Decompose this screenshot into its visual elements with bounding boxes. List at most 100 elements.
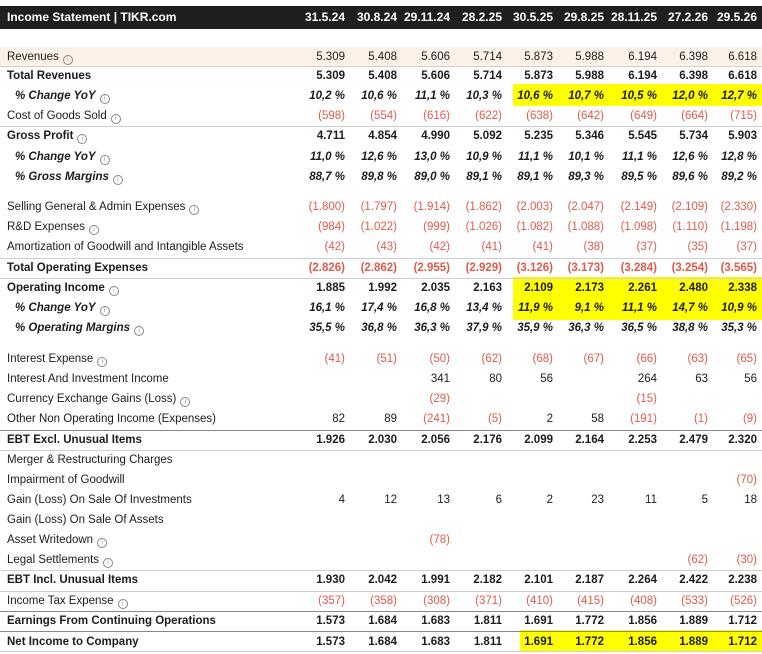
row-label-text: Currency Exchange Gains (Loss) (7, 393, 177, 405)
row-label-text: Income Tax Expense (7, 595, 114, 607)
table-cell: 1.856 (628, 636, 657, 648)
table-cell: 1.992 (368, 282, 397, 294)
info-icon[interactable]: i (77, 134, 88, 144)
table-cell: 1.772 (575, 615, 604, 627)
row-label-text: EBT Excl. Unusual Items (7, 434, 142, 446)
table-cell: 12,6 % (672, 151, 708, 163)
table-cell: 5.606 (421, 51, 450, 63)
table-cell: 5.873 (524, 51, 553, 63)
row-label-text: Earnings From Continuing Operations (7, 615, 216, 627)
row-label: Cost of Goods Sold i (7, 106, 121, 126)
info-icon[interactable]: i (97, 538, 108, 548)
table-cell: (1.022) (360, 221, 397, 233)
table-cell: (616) (423, 110, 450, 122)
table-row: Income Tax Expense i (357) (358) (308) (371) (… (0, 591, 762, 611)
table-cell: 89,0 % (414, 171, 450, 183)
table-cell: 1.811 (473, 636, 502, 648)
table-row: % Change YoY i 11,0 % 12,6 % 13,0 % 10,9 % 11,… (0, 147, 762, 167)
table-cell: (2.109) (671, 201, 708, 213)
table-cell: 10,7 % (568, 90, 604, 102)
table-cell: 1.683 (421, 615, 450, 627)
table-cell: 1.889 (679, 636, 708, 648)
table-cell: 341 (430, 373, 450, 385)
table-cell: 56 (540, 373, 553, 385)
table-cell: 10,6 % (361, 90, 397, 102)
table-cell: (9) (742, 413, 757, 425)
table-cell: 13,0 % (414, 151, 450, 163)
info-icon[interactable]: i (189, 205, 200, 215)
table-row: Total Revenues 5.309 5.408 5.606 5.714 5.873 5… (0, 66, 762, 86)
row-label: Selling General & Admin Expenses i (7, 197, 200, 217)
info-icon[interactable]: i (97, 357, 108, 367)
row-label-text: Net Income to Company (7, 636, 139, 648)
info-icon[interactable]: i (88, 225, 99, 235)
table-cell: (999) (423, 221, 450, 233)
table-title: Income Statement | TIKR.com (7, 10, 177, 24)
table-cell: 1.772 (575, 636, 604, 648)
info-icon[interactable]: i (117, 599, 128, 609)
table-cell: (15) (636, 393, 657, 405)
table-cell: (63) (687, 353, 708, 365)
table-cell: 16,1 % (309, 302, 345, 314)
table-cell: 5.903 (728, 130, 757, 142)
table-row: Revenues i 5.309 5.408 5.606 5.714 5.873 5.988 6… (0, 47, 762, 67)
table-cell: 16,8 % (414, 302, 450, 314)
info-icon[interactable]: i (99, 306, 110, 316)
table-cell: (1.198) (720, 221, 757, 233)
table-cell: 6 (495, 494, 502, 506)
table-cell: 6.618 (728, 70, 757, 82)
info-icon[interactable]: i (110, 114, 121, 124)
column-header: 29.11.24 (403, 10, 450, 24)
info-icon[interactable]: i (108, 286, 119, 296)
table-cell: (38) (583, 241, 604, 253)
info-icon[interactable]: i (134, 326, 145, 336)
table-row: Gross Profit i 4.711 4.854 4.990 5.092 5.235 5.… (0, 126, 762, 146)
table-cell: 10,6 % (517, 90, 553, 102)
table-cell: (29) (429, 393, 450, 405)
table-cell: 4.854 (368, 130, 397, 142)
row-label: EBT Excl. Unusual Items (7, 430, 142, 450)
table-cell: 5.714 (473, 51, 502, 63)
table-cell: (41) (481, 241, 502, 253)
info-icon[interactable]: i (103, 558, 114, 568)
row-label: Total Revenues (7, 66, 91, 86)
column-header: 30.8.24 (356, 10, 397, 24)
table-cell: 4.990 (421, 130, 450, 142)
row-label-text: Interest Expense (7, 353, 94, 365)
table-cell: 89,2 % (721, 171, 757, 183)
table-row: Amortization of Goodwill and Intangible … (0, 237, 762, 257)
table-cell: (408) (630, 595, 657, 607)
row-label: Other Non Operating Income (Expenses) (7, 409, 216, 429)
row-label: % Gross Margins i (15, 167, 123, 187)
table-cell: 2.238 (728, 574, 757, 586)
table-cell: (68) (532, 353, 553, 365)
table-cell: 11,1 % (415, 90, 450, 102)
row-label: Asset Writedown i (7, 530, 108, 550)
table-cell: (65) (736, 353, 757, 365)
table-cell: (308) (423, 595, 450, 607)
table-cell: 4 (338, 494, 345, 506)
table-cell: (1.098) (620, 221, 657, 233)
table-cell: (2.929) (465, 262, 502, 274)
table-row: % Gross Margins i 88,7 % 89,8 % 89,0 % 89,1 %… (0, 167, 762, 187)
table-cell: 11 (645, 494, 657, 506)
table-cell: 6.194 (628, 51, 657, 63)
table-cell: (3.254) (671, 262, 708, 274)
info-icon[interactable]: i (112, 175, 123, 185)
table-cell: 12 (384, 494, 397, 506)
info-icon[interactable]: i (180, 397, 191, 407)
row-label: Merger & Restructuring Charges (7, 450, 173, 470)
table-cell: (37) (636, 241, 657, 253)
info-icon[interactable]: i (99, 155, 110, 165)
table-cell: 1.889 (679, 615, 708, 627)
table-cell: 35,3 % (721, 322, 757, 334)
table-cell: 5.545 (628, 130, 657, 142)
info-icon[interactable]: i (99, 94, 110, 104)
row-label-text: Total Operating Expenses (7, 262, 149, 274)
column-header: 27.2.26 (667, 10, 708, 24)
info-icon[interactable]: i (62, 55, 73, 65)
table-row: Net Income to Company 1.573 1.684 1.683 1.81… (0, 632, 762, 652)
row-label-text: Amortization of Goodwill and Intangible … (7, 241, 244, 253)
row-label: Net Income to Company (7, 632, 139, 652)
row-label-text: Operating Income (7, 282, 105, 294)
